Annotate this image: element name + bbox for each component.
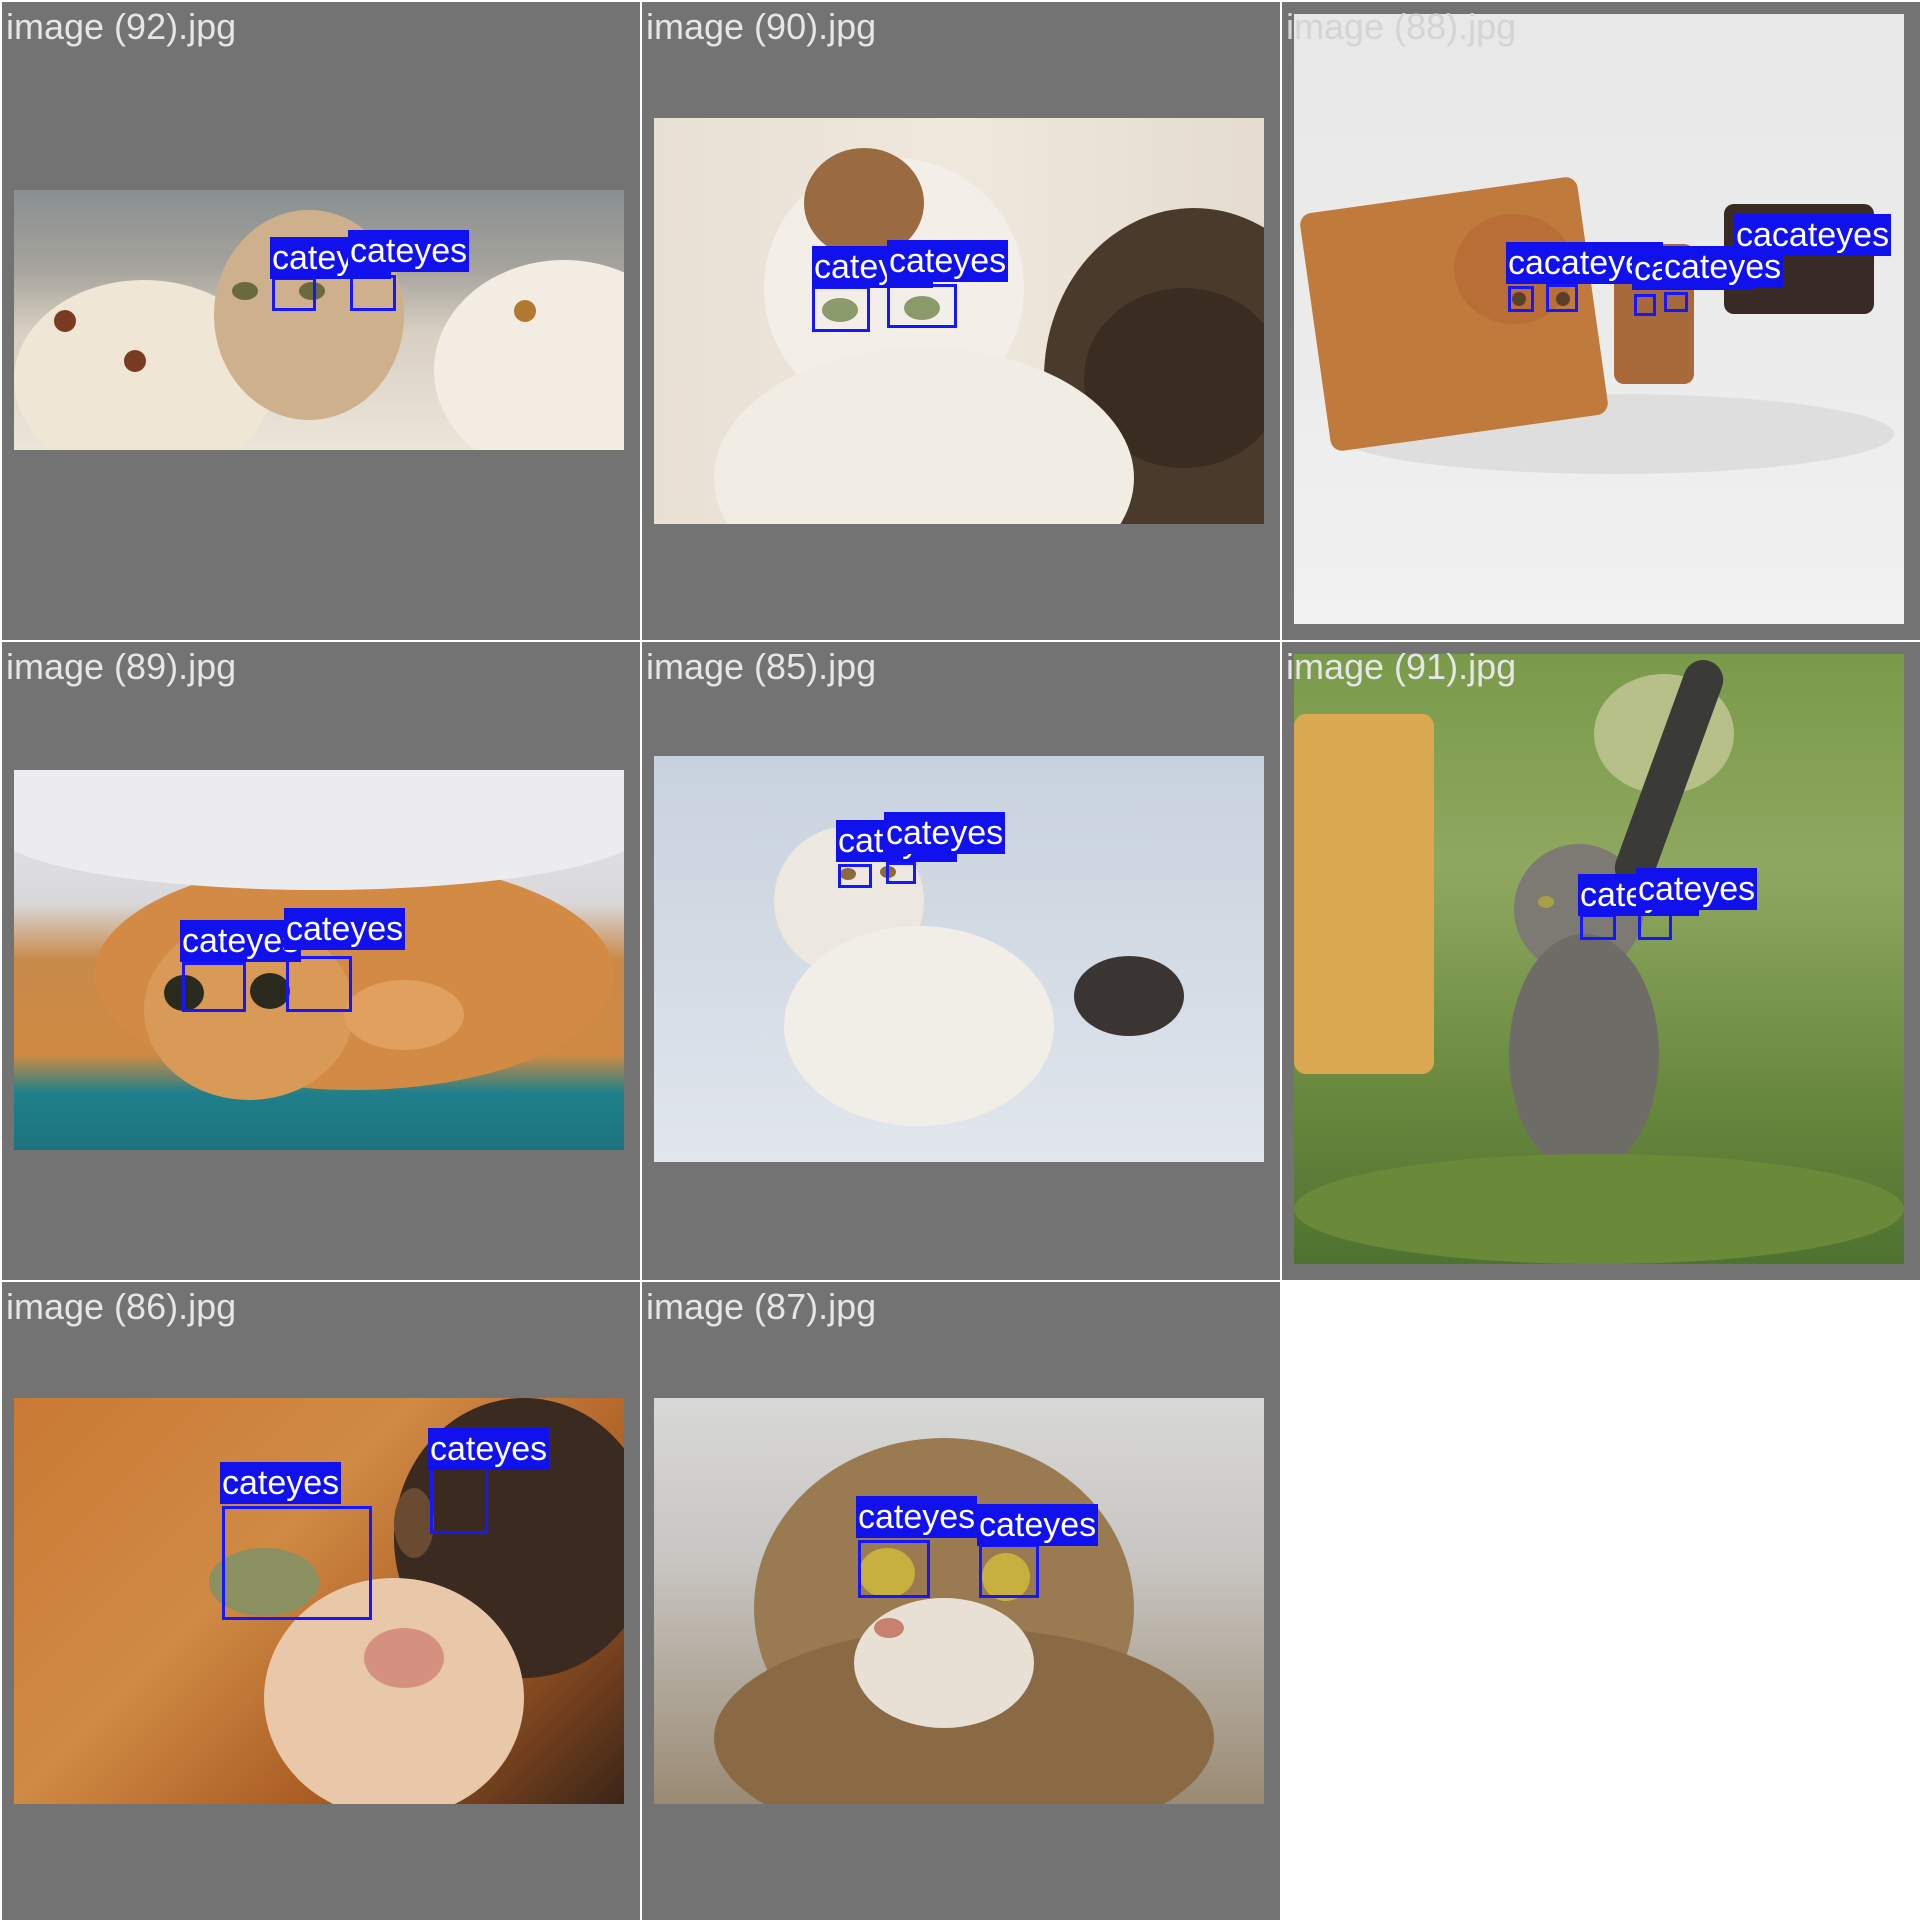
detection-box [1546,284,1578,312]
detection-box [838,864,872,888]
detection-tag: cateyes [856,1496,978,1538]
tile-filename: image (90).jpg [646,6,877,47]
detection-tag: cateyes [887,240,1009,282]
cat-photo [14,190,624,450]
tile-filename: image (85).jpg [646,646,877,687]
tile-filename: image (88).jpg [1286,6,1517,47]
detection-tag: cateyes [284,908,406,950]
detection-results-grid: image (92).jpg cateyes cateyes image (90… [0,0,1920,1920]
detection-box [1664,292,1688,312]
tile-filename: image (92).jpg [6,6,237,47]
detection-tag: cateyes [977,1504,1099,1546]
detection-box [887,284,957,328]
detection-tag: cateyes [180,920,302,962]
result-tile[interactable]: image (91).jpg cateyes cateyes [1282,642,1920,1280]
tile-filename: image (86).jpg [6,1286,237,1327]
detection-tag: cateyes [1636,868,1758,910]
detection-box [886,862,916,884]
empty-grid-cell [1282,1282,1920,1920]
result-tile[interactable]: image (87).jpg cateyes cateyes [642,1282,1280,1920]
detection-tag: cateyes [348,230,470,272]
detection-tag: cacateyes [1734,214,1892,256]
detection-box [858,1540,930,1598]
detection-box [1634,294,1656,316]
result-tile[interactable]: image (86).jpg cateyes cateyes [2,1282,640,1920]
result-tile[interactable]: image (85).jpg cateyes cateyes [642,642,1280,1280]
detection-box [272,277,316,311]
tile-filename: image (87).jpg [646,1286,877,1327]
origami-photo [1294,14,1904,624]
detection-box [1508,286,1534,312]
result-tile[interactable]: image (92).jpg cateyes cateyes [2,2,640,640]
cat-photo [654,118,1264,524]
result-tile[interactable]: image (89).jpg cateyes cateyes [2,642,640,1280]
detection-box [350,275,396,311]
cat-photo [654,1398,1264,1804]
detection-box [979,1544,1039,1598]
result-tile[interactable]: image (90).jpg cateyes cateyes [642,2,1280,640]
detection-box [1580,914,1616,940]
tile-filename: image (91).jpg [1286,646,1517,687]
detection-box [222,1506,372,1620]
detection-box [812,286,870,332]
tile-filename: image (89).jpg [6,646,237,687]
detection-tag: cateyes [220,1462,342,1504]
detection-box [182,962,246,1012]
detection-tag: cateyes [884,812,1006,854]
detection-box [1638,912,1672,940]
cat-photo [1294,654,1904,1264]
detection-tag: cateyes [428,1428,550,1470]
result-tile[interactable]: image (88).jpg cacateyes cateyes cateyes… [1282,2,1920,640]
detection-box [286,956,352,1012]
